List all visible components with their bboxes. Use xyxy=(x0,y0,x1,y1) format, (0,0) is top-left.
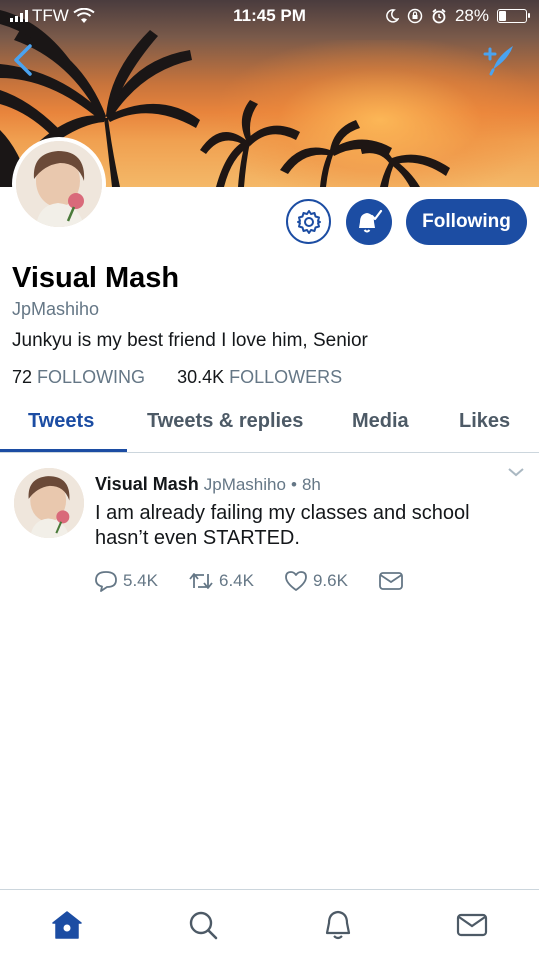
heart-icon xyxy=(285,571,307,591)
followers-label: FOLLOWERS xyxy=(229,367,343,387)
profile-settings-button[interactable] xyxy=(286,199,331,244)
tweet-text: I am already failing my classes and scho… xyxy=(95,502,470,549)
nav-notifications[interactable] xyxy=(321,908,355,942)
followers-count: 30.4K xyxy=(177,367,225,387)
tweet-author-handle: JpMashiho xyxy=(203,475,286,494)
tweet-author-avatar[interactable] xyxy=(14,468,84,538)
profile-stats: 72 FOLLOWING 30.4K FOLLOWERS xyxy=(12,367,342,388)
alarm-clock-icon xyxy=(432,8,446,24)
avatar-photo xyxy=(16,141,102,227)
battery-percent: 28% xyxy=(454,6,489,25)
compose-tweet-button[interactable] xyxy=(479,42,519,78)
following-label: FOLLOWING xyxy=(37,367,146,387)
profile-display-name: Visual Mash xyxy=(12,262,180,294)
direct-message-share-button[interactable] xyxy=(378,571,404,591)
nav-search[interactable] xyxy=(186,908,220,942)
gear-icon xyxy=(296,209,321,234)
like-count: 9.6K xyxy=(312,571,348,590)
reply-icon xyxy=(95,571,117,592)
profile-bio: Junkyu is my best friend I love him, Sen… xyxy=(12,330,368,351)
retweet-icon xyxy=(189,573,213,589)
tweet-timestamp: 8h xyxy=(301,475,321,494)
following-count: 72 xyxy=(12,367,33,387)
tweet-item[interactable]: Visual Mash JpMashiho • 8h I am already … xyxy=(0,454,539,604)
status-bar: TFW 11:45 PM 28% xyxy=(0,0,539,34)
messages-envelope-icon xyxy=(456,913,488,937)
notifications-subscribed-button[interactable] xyxy=(346,199,392,245)
nav-messages[interactable] xyxy=(455,908,489,942)
compose-tweet-icon xyxy=(483,46,513,76)
avatar-photo xyxy=(14,468,84,538)
search-icon xyxy=(189,911,218,940)
followers-count-link[interactable]: 30.4K FOLLOWERS xyxy=(177,367,342,388)
bottom-tab-bar xyxy=(0,889,539,960)
nav-home[interactable] xyxy=(50,908,84,942)
battery-fill xyxy=(499,11,506,21)
notifications-bell-icon xyxy=(325,910,351,940)
active-tab-indicator xyxy=(0,449,127,452)
tweet-meta-separator: • xyxy=(290,475,297,494)
reply-button[interactable]: 5.4K xyxy=(94,570,158,592)
profile-handle: JpMashiho xyxy=(12,299,100,319)
profile-avatar[interactable] xyxy=(12,137,106,231)
following-button[interactable]: Following xyxy=(406,199,527,245)
reply-count: 5.4K xyxy=(123,571,158,590)
back-button[interactable] xyxy=(8,42,40,78)
tab-tweets[interactable]: Tweets xyxy=(28,410,94,433)
home-icon xyxy=(52,911,82,939)
tab-media[interactable]: Media xyxy=(352,410,409,433)
chevron-left-icon xyxy=(14,44,32,76)
tab-tweets-and-replies[interactable]: Tweets & replies xyxy=(147,410,303,433)
following-count-link[interactable]: 72 FOLLOWING xyxy=(12,367,145,388)
status-icons: 28% xyxy=(385,6,530,26)
profile-tabs: Tweets Tweets & replies Media Likes xyxy=(0,396,539,453)
retweet-button[interactable]: 6.4K xyxy=(188,571,254,591)
envelope-icon xyxy=(379,572,403,590)
retweet-count: 6.4K xyxy=(218,571,254,590)
battery-icon xyxy=(497,9,530,23)
tweet-actions: 5.4K 6.4K 9.6K xyxy=(94,570,434,592)
tweet-author-name[interactable]: Visual Mash xyxy=(95,474,199,494)
tab-likes[interactable]: Likes xyxy=(459,410,510,433)
tweet-header: Visual Mash JpMashiho • 8h xyxy=(95,474,321,495)
orientation-lock-icon xyxy=(407,8,423,24)
chevron-down-icon[interactable] xyxy=(507,466,525,478)
do-not-disturb-moon-icon xyxy=(386,9,399,23)
like-button[interactable]: 9.6K xyxy=(284,570,348,592)
bell-check-icon xyxy=(359,209,383,233)
